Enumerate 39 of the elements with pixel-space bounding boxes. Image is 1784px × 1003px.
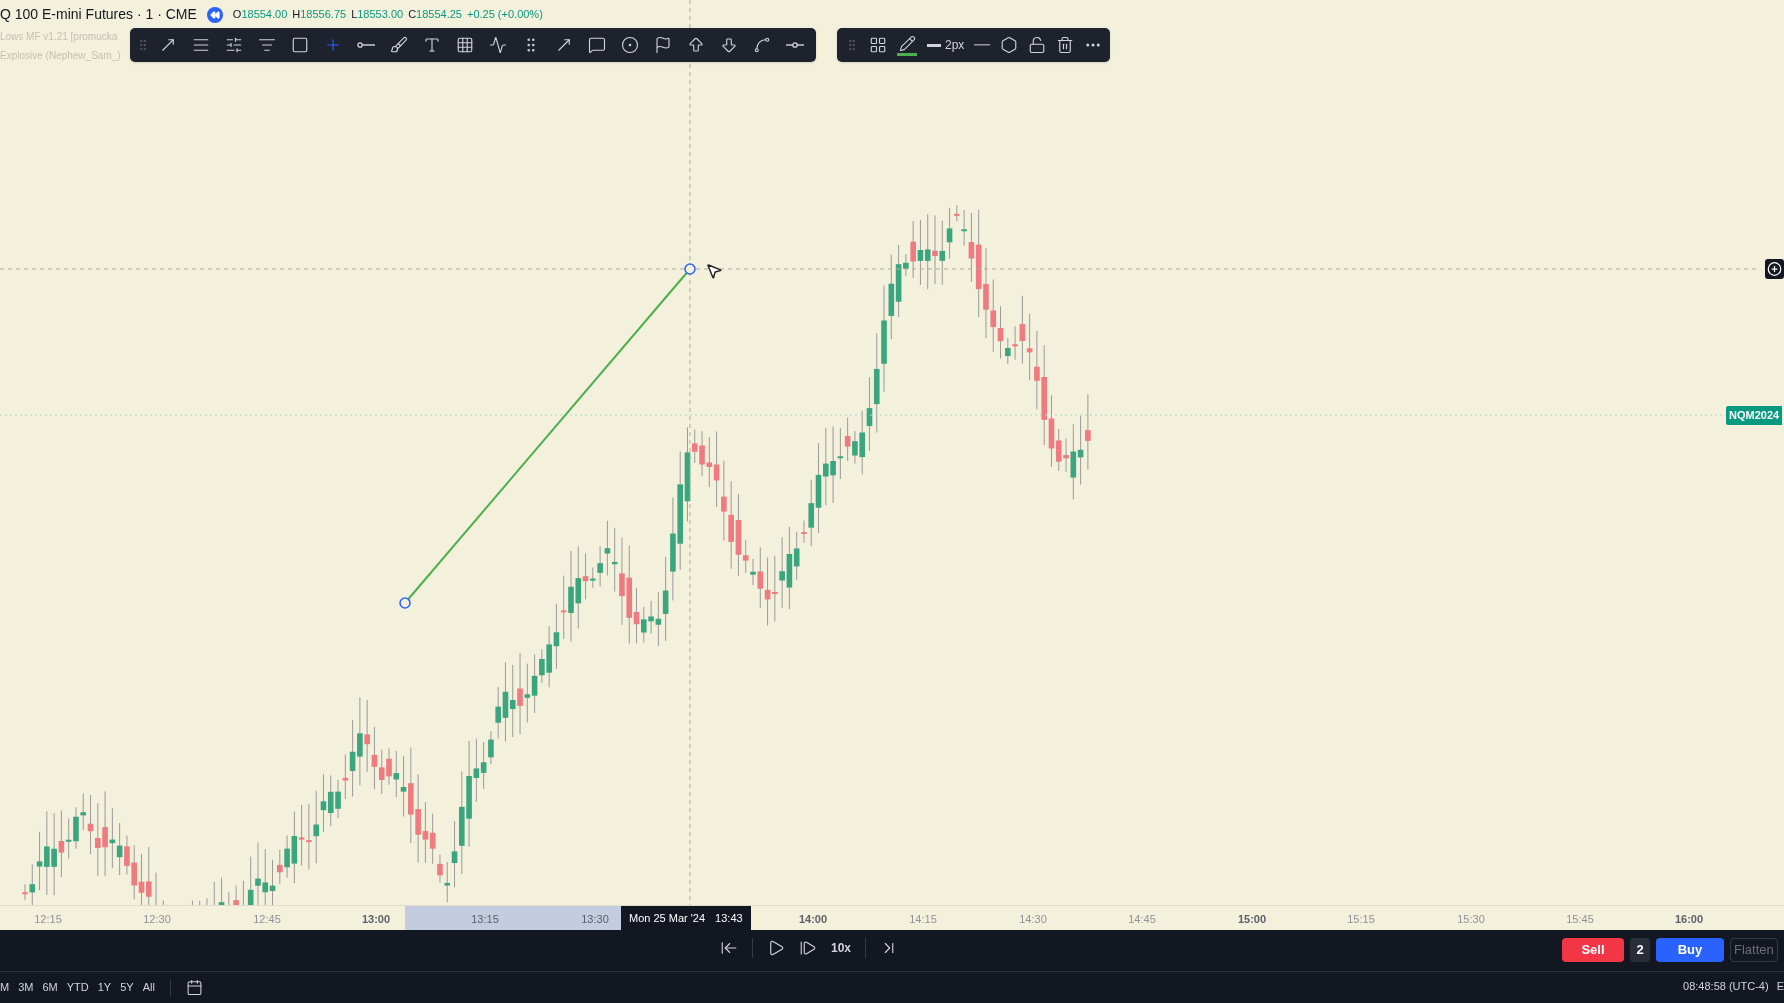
- time-label: 16:00: [1674, 912, 1704, 927]
- time-label: 13:15: [471, 912, 499, 927]
- time-label: 15:30: [1457, 912, 1485, 927]
- time-label: 12:30: [143, 912, 171, 927]
- buy-button[interactable]: Buy: [1656, 938, 1724, 962]
- ohlc-value: L18553.00: [351, 7, 404, 23]
- symbol-price-label: NQM2024: [1726, 406, 1783, 425]
- range-button[interactable]: 6M: [42, 979, 58, 996]
- range-button[interactable]: All: [142, 979, 155, 996]
- time-label: 15:15: [1347, 912, 1375, 927]
- time-label: 14:30: [1019, 912, 1047, 927]
- date-text: Mon 25 Mar '24: [629, 910, 706, 926]
- ohlc-value: C18554.25: [408, 7, 462, 23]
- time-label: 14:45: [1128, 912, 1156, 927]
- status-text[interactable]: E: [1776, 978, 1784, 995]
- time-axis[interactable]: 12:15 12:30 12:45 13:00 13:15 13:30 Mon 25 Mar '24 13:43 14:00 14:15 14:30 14:45 15:00 15:15 15:30 15:45 16:00: [0, 905, 1784, 930]
- speed-button[interactable]: 10x: [831, 939, 852, 957]
- price-change: +0.25 (+0.00%): [467, 7, 543, 23]
- ohlc-value: O18554.00: [232, 7, 288, 23]
- clock-text[interactable]: 08:48:58 (UTC-4): [1683, 978, 1769, 995]
- range-button[interactable]: 5Y: [120, 979, 134, 996]
- time-label: 13:30: [581, 912, 609, 927]
- ohlc-value: H18556.75: [292, 7, 347, 23]
- range-button[interactable]: YTD: [66, 979, 89, 996]
- time-label: 14:00: [798, 912, 828, 927]
- time-label: 14:15: [909, 912, 937, 927]
- sell-button[interactable]: Sell: [1562, 938, 1624, 962]
- time-label: 15:45: [1566, 912, 1594, 927]
- time-label: 12:15: [34, 912, 62, 927]
- time-text: 13:43: [715, 910, 743, 926]
- symbol-title: Q 100 E-mini Futures · 1 · CME: [0, 5, 197, 24]
- quantity-field[interactable]: 2: [1630, 938, 1650, 962]
- range-button[interactable]: 3M: [18, 979, 34, 996]
- time-label: 13:00: [361, 912, 391, 927]
- time-label: 12:45: [253, 912, 281, 927]
- time-label: 15:00: [1237, 912, 1267, 927]
- line-width-button[interactable]: 2px: [927, 36, 965, 54]
- range-button[interactable]: M: [0, 979, 10, 996]
- range-button[interactable]: 1Y: [97, 979, 112, 996]
